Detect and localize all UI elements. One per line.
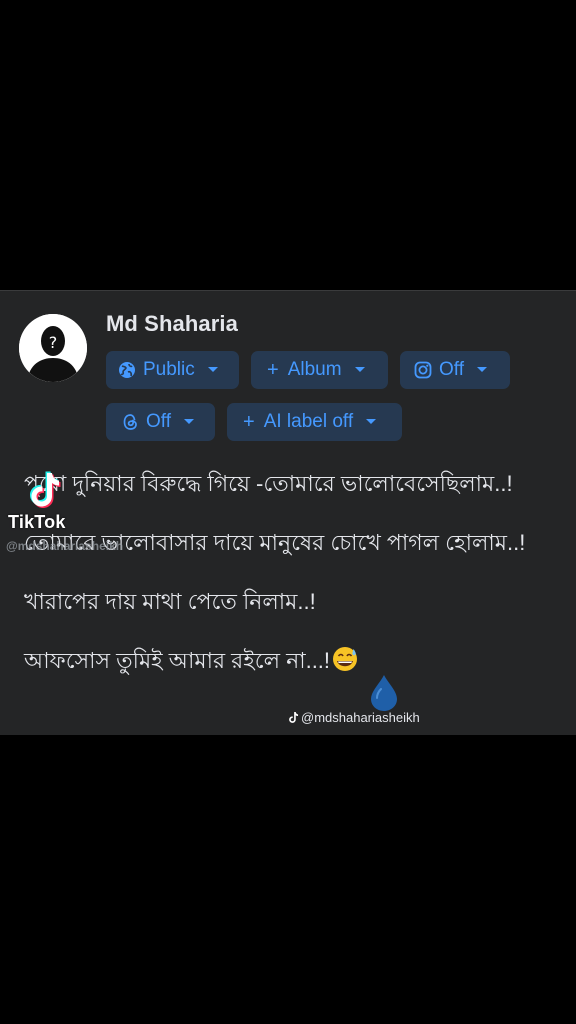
tiktok-handle-left: @mdshahariasheikh: [6, 539, 124, 553]
plus-icon: +: [267, 359, 279, 381]
tiktok-handle-text: @mdshahariasheikh: [301, 710, 420, 725]
caret-down-icon: [365, 418, 377, 426]
default-avatar-icon: ?: [19, 314, 87, 382]
ai-label-button[interactable]: + AI label off: [227, 403, 402, 441]
user-name: Md Shaharia: [106, 311, 238, 336]
blue-droplet-icon: [371, 675, 397, 711]
caret-down-icon: [476, 366, 488, 374]
threads-label: Off: [146, 411, 171, 432]
ai-label-text: AI label off: [263, 411, 354, 432]
audience-public-label: Public: [143, 359, 195, 380]
post-text-line: পুরো দুনিয়ার বিরুদ্ধে গিয়ে -তোমারে ভাল…: [24, 471, 513, 496]
caret-down-icon: [354, 366, 366, 374]
album-label: Album: [287, 359, 342, 380]
post-text-line: আফসোস তুমিই আমার রইলে না...!: [24, 648, 331, 673]
threads-share-toggle[interactable]: Off: [106, 403, 215, 441]
caret-down-icon: [183, 418, 195, 426]
tiktok-handle-right: @mdshahariasheikh: [288, 710, 420, 725]
post-text-line: খারাপের দায় মাথা পেতে নিলাম..!: [24, 589, 316, 614]
avatar[interactable]: ?: [19, 314, 87, 382]
globe-icon: [118, 361, 136, 379]
grinning-sweat-emoji-icon: [333, 647, 358, 671]
post-text-line-with-emoji: আফসোস তুমিই আমার রইলে না...!: [24, 644, 358, 681]
screen: ? Md Shaharia Public + Album Off Off + A…: [0, 0, 576, 1024]
audience-public-button[interactable]: Public: [106, 351, 239, 389]
svg-text:?: ?: [49, 333, 58, 352]
caret-down-icon: [207, 366, 219, 374]
instagram-share-toggle[interactable]: Off: [400, 351, 510, 389]
threads-icon: [122, 413, 139, 431]
post-composer-card: ? Md Shaharia Public + Album Off Off + A…: [0, 290, 576, 735]
plus-icon: +: [243, 411, 255, 433]
tiktok-watermark: TikTok: [8, 470, 80, 550]
tiktok-logo-icon: [30, 471, 61, 508]
instagram-label: Off: [439, 359, 464, 380]
add-album-button[interactable]: + Album: [251, 351, 388, 389]
tiktok-brand-text: TikTok: [8, 512, 66, 532]
instagram-icon: [414, 361, 432, 379]
tiktok-small-icon: [289, 712, 299, 723]
